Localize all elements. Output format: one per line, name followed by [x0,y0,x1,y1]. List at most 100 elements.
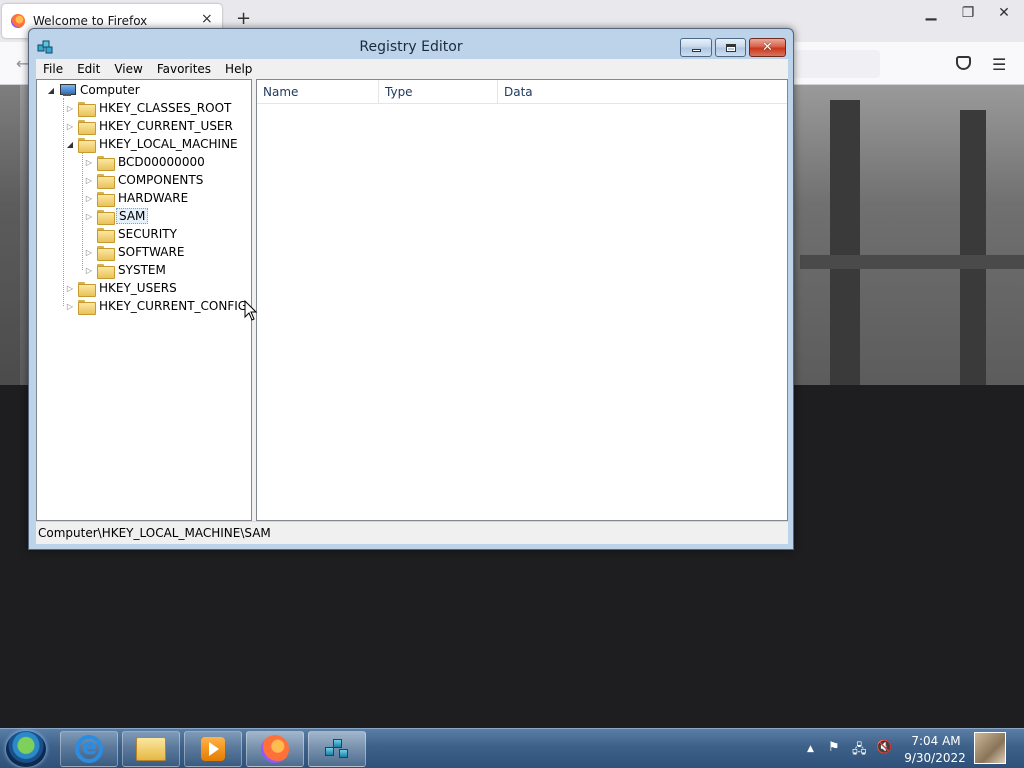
tab-close-icon[interactable]: × [201,11,213,27]
folder-icon [97,155,115,171]
expand-arrow-icon[interactable]: ▷ [83,194,95,203]
expand-arrow-icon[interactable]: ▷ [83,158,95,167]
user-avatar[interactable] [974,732,1006,764]
expand-arrow-icon[interactable]: ▷ [64,104,76,113]
values-list[interactable]: Name Type Data [256,79,788,521]
tree-label: HKEY_CLASSES_ROOT [99,101,232,115]
expand-arrow-icon[interactable]: ▷ [64,302,76,311]
close-button[interactable]: ✕ [991,4,1017,22]
registry-tree[interactable]: ◢ Computer ▷ HKEY_CLASSES_ROOT ▷ HKEY_CU… [36,79,252,521]
clock-date[interactable]: 9/30/2022 [900,751,970,765]
pocket-icon[interactable] [956,56,971,70]
minimize-button[interactable] [680,38,712,57]
expand-arrow-icon[interactable]: ▷ [83,248,95,257]
mouse-cursor-icon [244,300,258,321]
expand-arrow-icon[interactable]: ▷ [64,284,76,293]
menu-help[interactable]: Help [218,62,259,76]
clock-time[interactable]: 7:04 AM [906,734,966,748]
tree-node-hklm[interactable]: ◢ HKEY_LOCAL_MACHINE [64,135,240,153]
photo-detail [960,110,986,385]
folder-icon [97,227,115,243]
expand-arrow-icon[interactable]: ▷ [83,266,95,275]
registry-editor-window[interactable]: Registry Editor ✕ File Edit View Favorit… [28,28,794,550]
tree-node-security[interactable]: SECURITY [83,225,179,243]
taskbar-media-player[interactable] [184,731,242,767]
tree-node-hku[interactable]: ▷ HKEY_USERS [64,279,179,297]
taskbar-registry-editor[interactable] [308,731,366,767]
column-header-type[interactable]: Type [379,80,498,103]
title-bar[interactable]: Registry Editor ✕ [29,29,793,62]
photo-detail [800,255,1024,269]
tree-label: HKEY_LOCAL_MACHINE [99,137,238,151]
tree-node-hkcr[interactable]: ▷ HKEY_CLASSES_ROOT [64,99,233,117]
start-button[interactable] [6,731,46,767]
tree-label: SECURITY [118,227,177,241]
tree-label: HARDWARE [118,191,189,205]
hamburger-menu-icon[interactable]: ☰ [992,55,1006,74]
window-title: Registry Editor [359,39,463,55]
tree-node-software[interactable]: ▷ SOFTWARE [83,243,186,261]
expand-arrow-icon[interactable]: ▷ [83,176,95,185]
folder-icon [97,191,115,207]
tree-node-computer[interactable]: ◢ Computer [45,81,142,99]
close-button[interactable]: ✕ [749,38,786,57]
menu-favorites[interactable]: Favorites [150,62,218,76]
tree-node-bcd[interactable]: ▷ BCD00000000 [83,153,207,171]
regedit-icon [323,735,351,763]
menu-edit[interactable]: Edit [70,62,107,76]
folder-icon [97,173,115,189]
menu-file[interactable]: File [36,62,70,76]
action-center-flag-icon[interactable]: ⚑ [828,740,840,755]
folder-icon [136,737,166,761]
media-player-icon [201,737,225,761]
column-header-name[interactable]: Name [257,80,379,103]
folder-icon [78,281,96,297]
taskbar-file-explorer[interactable] [122,731,180,767]
tree-label: Computer [80,83,140,97]
tree-node-hkcc[interactable]: ▷ HKEY_CURRENT_CONFIG [64,297,249,315]
new-tab-button[interactable]: + [236,10,251,28]
expand-arrow-icon[interactable]: ▷ [83,212,95,221]
tree-node-hardware[interactable]: ▷ HARDWARE [83,189,190,207]
status-bar: Computer\HKEY_LOCAL_MACHINE\SAM [36,521,788,544]
volume-muted-icon[interactable]: 🔇 [876,740,892,755]
restore-button[interactable]: ❐ [955,4,981,22]
tree-label: HKEY_CURRENT_USER [99,119,233,133]
firefox-icon [11,14,25,28]
column-header-data[interactable]: Data [498,80,787,103]
folder-icon [78,299,96,315]
tree-label-selected: SAM [116,208,149,224]
network-icon[interactable]: 🖧 [852,740,867,762]
url-bar[interactable] [790,50,880,78]
status-path: Computer\HKEY_LOCAL_MACHINE\SAM [38,526,271,540]
tree-label: SOFTWARE [118,245,185,259]
tree-node-sam[interactable]: ▷ SAM [83,207,149,225]
computer-icon [59,83,76,97]
tab-title: Welcome to Firefox [33,14,148,28]
menu-bar: File Edit View Favorites Help [36,59,788,79]
collapse-arrow-icon[interactable]: ◢ [64,140,76,149]
maximize-button[interactable] [715,38,746,57]
folder-icon [97,209,115,225]
tree-label: BCD00000000 [118,155,205,169]
menu-view[interactable]: View [107,62,149,76]
taskbar-firefox[interactable] [246,731,304,767]
photo-detail [830,100,860,385]
taskbar-internet-explorer[interactable] [60,731,118,767]
folder-icon [97,263,115,279]
folder-icon [78,101,96,117]
column-header-row: Name Type Data [257,80,787,104]
expand-arrow-icon[interactable]: ▷ [64,122,76,131]
folder-icon [78,119,96,135]
show-hidden-icons-arrow[interactable]: ▲ [807,744,814,754]
maximize-icon [725,43,736,52]
tree-node-components[interactable]: ▷ COMPONENTS [83,171,205,189]
tree-node-hkcu[interactable]: ▷ HKEY_CURRENT_USER [64,117,235,135]
firefox-icon [261,735,289,763]
tree-node-system[interactable]: ▷ SYSTEM [83,261,168,279]
taskbar [0,728,1024,768]
internet-explorer-icon [75,735,103,763]
minimize-button[interactable]: ▁ [918,4,944,22]
tree-label: HKEY_USERS [99,281,177,295]
expand-arrow-icon[interactable]: ◢ [45,86,57,95]
